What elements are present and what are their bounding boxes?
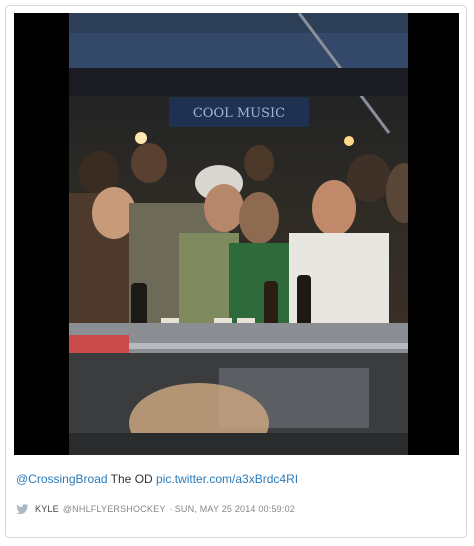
author-name[interactable]: KYLE	[35, 503, 59, 515]
photo-illustration: COOL MUSIC	[69, 13, 408, 455]
mention-link[interactable]: @CrossingBroad	[16, 472, 108, 486]
tweet-text: @CrossingBroad The OD pic.twitter.com/a3…	[16, 471, 298, 487]
tweet-byline: KYLE @NHLFLYERSHOCKEY · SUN, MAY 25 2014…	[16, 503, 295, 515]
tweet-timestamp[interactable]: SUN, MAY 25 2014 00:59:02	[175, 503, 295, 515]
twitter-bird-icon	[16, 503, 29, 514]
pic-link[interactable]: pic.twitter.com/a3xBrdc4RI	[156, 472, 298, 486]
tweet-media[interactable]: COOL MUSIC	[14, 13, 459, 455]
author-handle[interactable]: @NHLFLYERSHOCKEY	[63, 503, 166, 515]
bar-crowd-photo[interactable]: COOL MUSIC	[69, 13, 408, 455]
embedded-tweet-card: COOL MUSIC @CrossingBroad The OD pic.twi…	[5, 5, 467, 538]
sign-text: COOL MUSIC	[193, 106, 285, 121]
byline-separator: ·	[169, 504, 173, 514]
tweet-body-text: The OD	[107, 472, 157, 486]
